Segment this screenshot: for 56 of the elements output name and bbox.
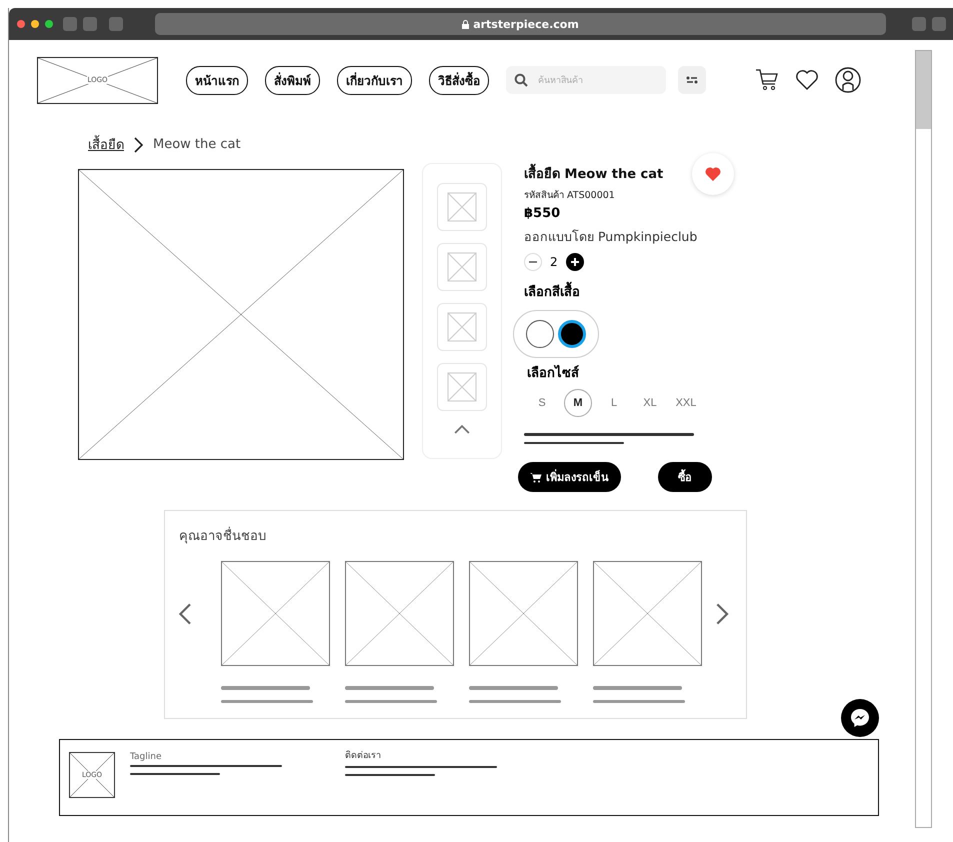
window-controls-icon[interactable] xyxy=(17,20,53,28)
previous-button[interactable] xyxy=(179,603,192,625)
scroll-up-button[interactable] xyxy=(454,425,470,434)
nav-link[interactable]: สั่งพิมพ์ xyxy=(265,66,320,94)
chevron-up-icon xyxy=(454,425,470,434)
cart-icon[interactable] xyxy=(754,67,780,93)
increase-button[interactable] xyxy=(566,253,584,271)
cart-icon xyxy=(530,472,542,482)
placeholder-image-icon xyxy=(447,192,477,222)
section-title: คุณอาจชื่นชอบ xyxy=(179,525,732,546)
user-icon[interactable] xyxy=(834,66,862,94)
placeholder-image-icon xyxy=(447,372,477,402)
product-title: เสื้อยืด Meow the cat xyxy=(524,163,664,184)
contact-heading: ติดต่อเรา xyxy=(345,750,382,762)
chevron-left-icon xyxy=(179,603,192,625)
plus-icon xyxy=(570,257,580,267)
placeholder-image-icon xyxy=(447,252,477,282)
add-to-cart-button[interactable]: เพิ่มลงรถเข็น xyxy=(518,462,621,492)
nav-link[interactable]: เกี่ยวกับเรา xyxy=(337,66,412,94)
lock-icon xyxy=(462,20,470,28)
filter-icon xyxy=(686,76,698,84)
color-swatch[interactable] xyxy=(526,320,554,348)
thumbnail-button[interactable] xyxy=(437,243,487,291)
tagline-text: Tagline xyxy=(130,752,162,762)
color-label: เลือกสีเสื้อ xyxy=(524,281,734,302)
nav-link[interactable]: วิธีสั่งซื้อ xyxy=(429,66,489,94)
messenger-button[interactable] xyxy=(841,699,879,737)
next-button[interactable] xyxy=(716,603,729,625)
breadcrumb-current: Meow the cat xyxy=(153,137,241,152)
chevron-right-icon xyxy=(134,136,143,152)
nav-link[interactable]: หน้าแรก xyxy=(186,66,248,94)
thumbnail-button[interactable] xyxy=(437,303,487,351)
quantity-value: 2 xyxy=(550,255,558,269)
product-code: รหัสสินค้า ATS00001 xyxy=(524,189,616,202)
thumbnail-button[interactable] xyxy=(437,183,487,231)
filter-button[interactable] xyxy=(678,66,706,94)
url-text: artsterpiece.com xyxy=(473,18,579,30)
breadcrumb-link[interactable]: เสื้อยืด xyxy=(88,134,124,155)
chat-icon xyxy=(849,707,871,729)
scrollbar[interactable] xyxy=(915,50,932,828)
size-label: เลือกไซส์ xyxy=(527,364,580,383)
search-icon xyxy=(514,73,528,87)
buy-button[interactable]: ซื้อ xyxy=(658,462,712,492)
placeholder-image-icon xyxy=(447,312,477,342)
thumbnail-button[interactable] xyxy=(437,363,487,411)
search-input[interactable]: ค้นหาสินค้า xyxy=(536,74,650,86)
favorite-button[interactable] xyxy=(692,153,734,195)
size-option[interactable]: M xyxy=(564,389,592,417)
heart-icon xyxy=(705,167,721,181)
color-swatch[interactable] xyxy=(558,320,586,348)
decrease-button[interactable] xyxy=(524,253,542,271)
search-field[interactable]: ค้นหาสินค้า xyxy=(506,66,666,94)
address-bar[interactable]: artsterpiece.com xyxy=(155,13,886,35)
price: ฿550 xyxy=(524,206,562,221)
designer-text: ออกแบบโดย Pumpkinpieclub xyxy=(524,228,698,246)
chevron-right-icon xyxy=(716,603,729,625)
